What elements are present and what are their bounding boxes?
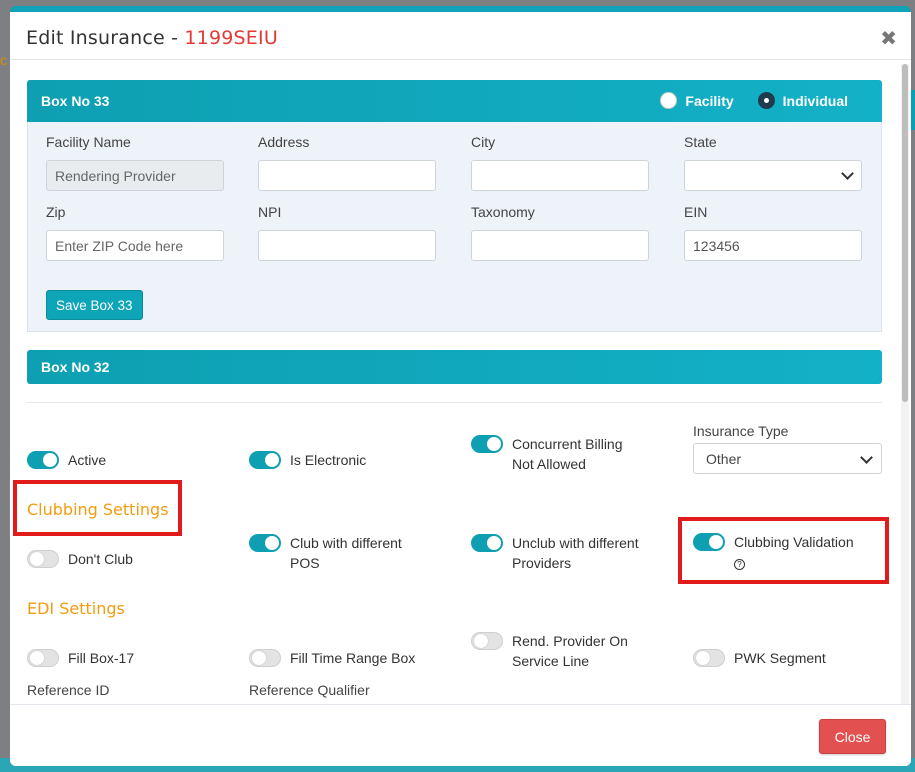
insurance-code: 1199SEIU <box>184 27 278 49</box>
reference-id-label: Reference ID <box>27 682 110 698</box>
city-group: City <box>471 134 649 191</box>
facility-name-input <box>46 160 224 191</box>
pwk-segment-toggle-group: PWK Segment <box>693 648 826 668</box>
reference-qualifier-label: Reference Qualifier <box>249 682 370 698</box>
modal-footer: Close <box>10 704 911 766</box>
rend-provider-toggle[interactable] <box>471 632 503 650</box>
unclub-toggle[interactable] <box>471 534 503 552</box>
taxonomy-input[interactable] <box>471 230 649 261</box>
ein-label: EIN <box>684 204 708 220</box>
dont-club-toggle[interactable] <box>27 550 59 568</box>
unclub-toggle-group: Unclub with different Providers <box>471 533 639 573</box>
rend-provider-label: Rend. Provider On Service Line <box>512 631 628 671</box>
box33-header: Box No 33 Facility Individual <box>27 80 882 122</box>
pwk-segment-label: PWK Segment <box>734 650 826 666</box>
box32-title: Box No 32 <box>41 359 110 375</box>
edi-settings-title: EDI Settings <box>27 599 125 618</box>
insurance-type-group: Insurance Type Other <box>693 423 882 474</box>
concurrent-billing-toggle-group: Concurrent Billing Not Allowed <box>471 434 623 474</box>
modal-title-prefix: Edit Insurance - <box>26 27 185 49</box>
rend-provider-line2: Service Line <box>512 653 590 669</box>
facility-name-label: Facility Name <box>46 134 131 150</box>
fill-box17-toggle[interactable] <box>27 649 59 667</box>
save-box33-button[interactable]: Save Box 33 <box>46 290 143 320</box>
fill-box17-label: Fill Box-17 <box>68 650 135 666</box>
state-label: State <box>684 134 717 150</box>
box33-body: Facility Name Address City State Zip <box>27 122 882 332</box>
zip-group: Zip <box>46 204 224 261</box>
taxonomy-label: Taxonomy <box>471 204 535 220</box>
npi-label: NPI <box>258 204 282 220</box>
unclub-line1: Unclub with different <box>512 535 639 551</box>
city-input[interactable] <box>471 160 649 191</box>
modal-header: Edit Insurance - 1199SEIU ✖ <box>10 12 911 60</box>
ein-group: EIN <box>684 204 862 261</box>
active-label: Active <box>68 452 107 468</box>
state-group: State <box>684 134 862 191</box>
facility-name-group: Facility Name <box>46 134 224 191</box>
box32-header[interactable]: Box No 32 <box>27 350 882 384</box>
modal-title: Edit Insurance - 1199SEIU <box>26 27 895 49</box>
club-pos-line1: Club with different <box>290 535 402 551</box>
close-button[interactable]: Close <box>819 719 886 754</box>
address-input[interactable] <box>258 160 436 191</box>
insurance-type-value: Other <box>706 451 742 467</box>
is-electronic-toggle[interactable] <box>249 451 281 469</box>
club-pos-label: Club with different POS <box>290 533 402 573</box>
active-toggle-group: Active <box>27 450 106 470</box>
unclub-line2: Providers <box>512 555 572 571</box>
radio-individual-circle-icon[interactable] <box>757 92 775 109</box>
concurrent-billing-toggle[interactable] <box>471 435 503 453</box>
npi-input[interactable] <box>258 230 436 261</box>
concurrent-billing-line1: Concurrent Billing <box>512 436 623 452</box>
rend-provider-toggle-group: Rend. Provider On Service Line <box>471 631 628 671</box>
scrollbar-thumb[interactable] <box>902 64 908 402</box>
chevron-down-icon <box>860 451 873 464</box>
concurrent-billing-label: Concurrent Billing Not Allowed <box>512 434 623 474</box>
background-text-peek: c <box>0 52 7 68</box>
active-toggle[interactable] <box>27 451 59 469</box>
dont-club-label: Don't Club <box>68 551 133 567</box>
address-group: Address <box>258 134 436 191</box>
radio-facility-circle-icon[interactable] <box>660 92 678 109</box>
modal-scrollbar[interactable] <box>901 64 909 710</box>
edit-insurance-modal: Edit Insurance - 1199SEIU ✖ Box No 33 Fa… <box>10 6 911 766</box>
unclub-label: Unclub with different Providers <box>512 533 639 573</box>
club-pos-toggle-group: Club with different POS <box>249 533 402 573</box>
highlight-box-clubbing-validation <box>678 517 889 584</box>
insurance-type-label: Insurance Type <box>693 423 789 439</box>
dont-club-toggle-group: Don't Club <box>27 549 133 569</box>
club-pos-line2: POS <box>290 555 320 571</box>
zip-label: Zip <box>46 204 66 220</box>
club-pos-toggle[interactable] <box>249 534 281 552</box>
radio-individual-label: Individual <box>782 92 848 109</box>
state-select-wrap[interactable] <box>684 160 862 191</box>
fill-box17-toggle-group: Fill Box-17 <box>27 648 134 668</box>
box33-title: Box No 33 <box>41 93 110 109</box>
provider-type-radios: Facility Individual <box>660 92 848 109</box>
ein-input[interactable] <box>684 230 862 261</box>
section-divider <box>27 402 882 403</box>
concurrent-billing-line2: Not Allowed <box>512 456 586 472</box>
state-select[interactable] <box>684 160 862 191</box>
address-label: Address <box>258 134 310 150</box>
zip-input[interactable] <box>46 230 224 261</box>
is-electronic-label: Is Electronic <box>290 452 367 468</box>
highlight-box-clubbing-title <box>13 480 182 536</box>
fill-time-range-label: Fill Time Range Box <box>290 650 416 666</box>
fill-time-range-toggle-group: Fill Time Range Box <box>249 648 415 668</box>
fill-time-range-toggle[interactable] <box>249 649 281 667</box>
insurance-type-select[interactable]: Other <box>693 443 882 474</box>
close-icon[interactable]: ✖ <box>880 26 897 51</box>
is-electronic-toggle-group: Is Electronic <box>249 450 366 470</box>
city-label: City <box>471 134 496 150</box>
radio-facility[interactable]: Facility <box>660 92 734 109</box>
modal-body: Box No 33 Facility Individual Facility N… <box>10 61 897 704</box>
radio-individual[interactable]: Individual <box>757 92 848 109</box>
pwk-segment-toggle[interactable] <box>693 649 725 667</box>
taxonomy-group: Taxonomy <box>471 204 649 261</box>
npi-group: NPI <box>258 204 436 261</box>
radio-facility-label: Facility <box>685 92 734 109</box>
rend-provider-line1: Rend. Provider On <box>512 633 628 649</box>
